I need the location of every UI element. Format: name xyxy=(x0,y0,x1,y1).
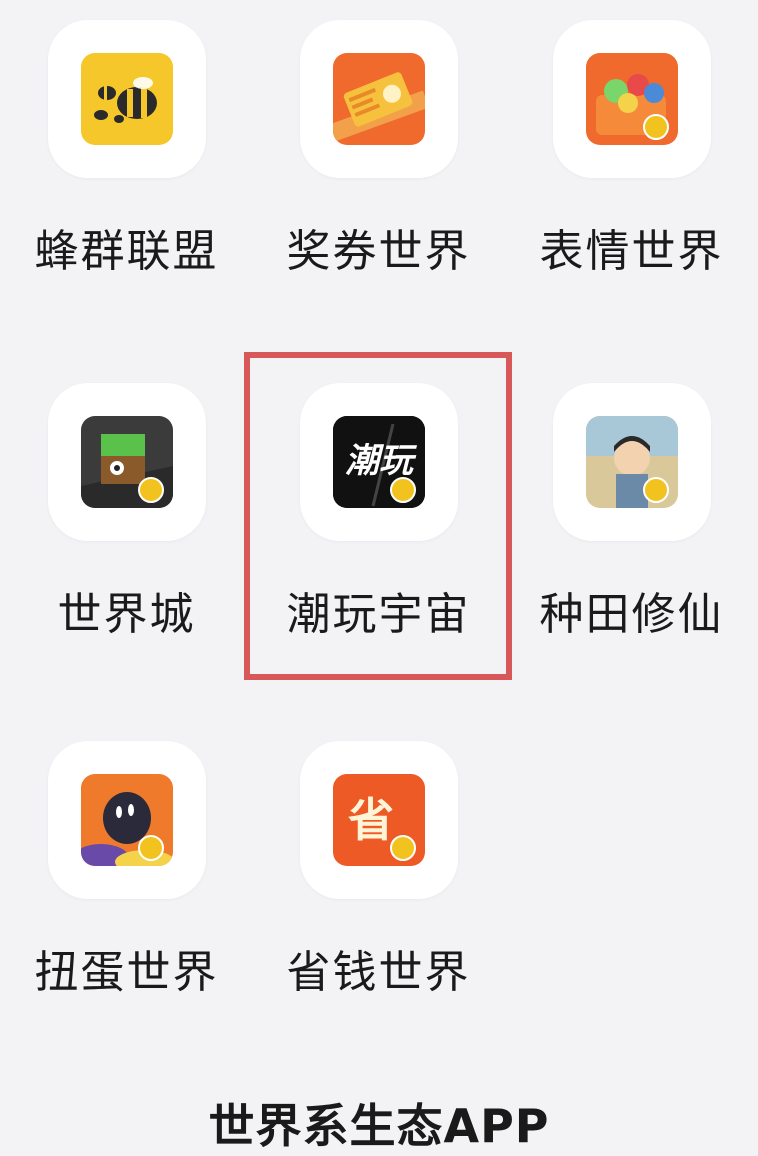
save-money-icon: 省 xyxy=(332,774,425,866)
save-money-logo-text: 省 xyxy=(348,793,394,847)
app-tile[interactable] xyxy=(299,20,458,178)
app-tile[interactable] xyxy=(552,20,711,178)
app-label: 表情世界 xyxy=(539,226,724,277)
app-label: 蜂群联盟 xyxy=(34,226,219,277)
app-shengqian-shijie[interactable]: 省 省钱世界 xyxy=(252,721,505,1071)
app-label: 省钱世界 xyxy=(286,947,471,998)
capsule-creature-icon xyxy=(80,774,173,866)
app-biaoqing-shijie[interactable]: 表情世界 xyxy=(505,0,758,350)
app-jiangquan-shijie[interactable]: 奖券世界 xyxy=(252,0,505,350)
app-label: 扭蛋世界 xyxy=(34,947,219,998)
app-tile[interactable] xyxy=(47,741,206,899)
app-label: 世界城 xyxy=(57,589,196,640)
bee-swarm-icon xyxy=(80,53,173,145)
app-tile[interactable]: 省 xyxy=(299,741,458,899)
app-label: 种田修仙 xyxy=(539,589,724,640)
app-shijie-cheng[interactable]: 世界城 xyxy=(0,363,253,713)
highlight-box xyxy=(244,352,512,680)
app-zhongtian-xiuxian[interactable]: 种田修仙 xyxy=(505,363,758,713)
app-tile[interactable] xyxy=(47,383,206,541)
app-niudan-shijie[interactable]: 扭蛋世界 xyxy=(0,721,253,1071)
app-label: 奖券世界 xyxy=(286,226,471,277)
farming-character-icon xyxy=(585,416,678,508)
ecosystem-title: 世界系生态APP xyxy=(208,1099,550,1153)
lottery-ticket-icon xyxy=(332,53,425,145)
app-tile[interactable] xyxy=(47,20,206,178)
block-city-icon xyxy=(80,416,173,508)
app-fengqun-lianmeng[interactable]: 蜂群联盟 xyxy=(0,0,253,350)
emoji-basket-icon xyxy=(585,53,678,145)
app-tile[interactable] xyxy=(552,383,711,541)
